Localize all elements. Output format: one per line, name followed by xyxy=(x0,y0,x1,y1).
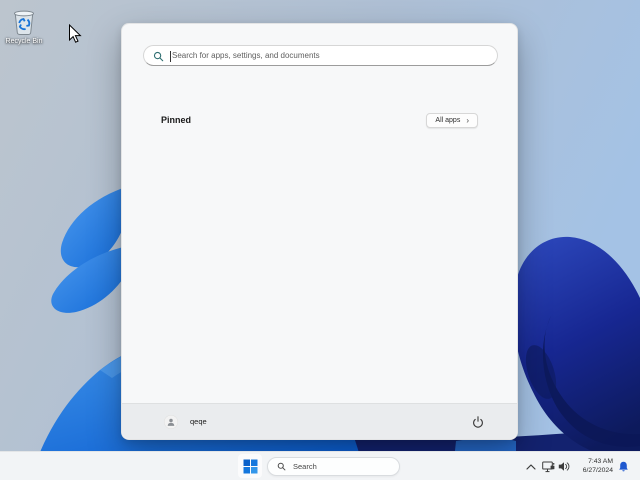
user-avatar xyxy=(164,414,178,429)
recycle-bin-shortcut[interactable]: Recycle Bin xyxy=(2,6,46,46)
start-menu: Pinned All apps › qeqe xyxy=(121,23,518,440)
user-profile-button[interactable]: qeqe xyxy=(164,414,207,429)
windows-logo-icon xyxy=(243,459,257,473)
recycle-bin-icon xyxy=(14,10,34,35)
taskbar: Search 7:43 AM 6/27/2024 xyxy=(0,451,640,480)
username-label: qeqe xyxy=(190,417,207,426)
chevron-up-icon xyxy=(526,463,536,470)
notification-bell-button[interactable] xyxy=(617,460,630,473)
desktop: Recycle Bin Pinned All apps › xyxy=(0,0,640,480)
speaker-icon xyxy=(558,462,570,471)
person-icon xyxy=(167,418,175,426)
recycle-bin-label: Recycle Bin xyxy=(5,38,43,45)
tray-overflow-button[interactable] xyxy=(524,460,538,473)
network-button[interactable] xyxy=(541,460,556,473)
pinned-apps-grid xyxy=(143,134,496,399)
bell-icon xyxy=(619,461,628,471)
taskbar-search-icon xyxy=(277,462,286,471)
start-search-input[interactable] xyxy=(144,46,497,65)
chevron-right-icon: › xyxy=(466,115,469,125)
tray-time: 7:43 AM xyxy=(588,458,613,465)
power-icon xyxy=(473,416,483,428)
taskbar-search-button[interactable]: Search xyxy=(267,457,400,476)
text-caret xyxy=(170,51,171,62)
network-ethernet-icon xyxy=(542,461,555,472)
start-button[interactable] xyxy=(238,454,262,478)
pinned-title: Pinned xyxy=(161,115,192,125)
search-icon xyxy=(153,51,164,62)
power-button[interactable] xyxy=(471,415,485,429)
all-apps-label: All apps xyxy=(435,116,461,124)
taskbar-search-label: Search xyxy=(293,462,317,471)
all-apps-button[interactable]: All apps › xyxy=(426,112,478,128)
clock[interactable]: 7:43 AM 6/27/2024 xyxy=(570,458,613,475)
volume-button[interactable] xyxy=(557,460,571,473)
start-menu-footer: qeqe xyxy=(122,403,517,439)
pinned-header: Pinned All apps › xyxy=(161,112,478,128)
start-search-box[interactable] xyxy=(143,45,498,66)
mouse-cursor xyxy=(69,24,82,43)
tray-date: 6/27/2024 xyxy=(582,466,613,474)
